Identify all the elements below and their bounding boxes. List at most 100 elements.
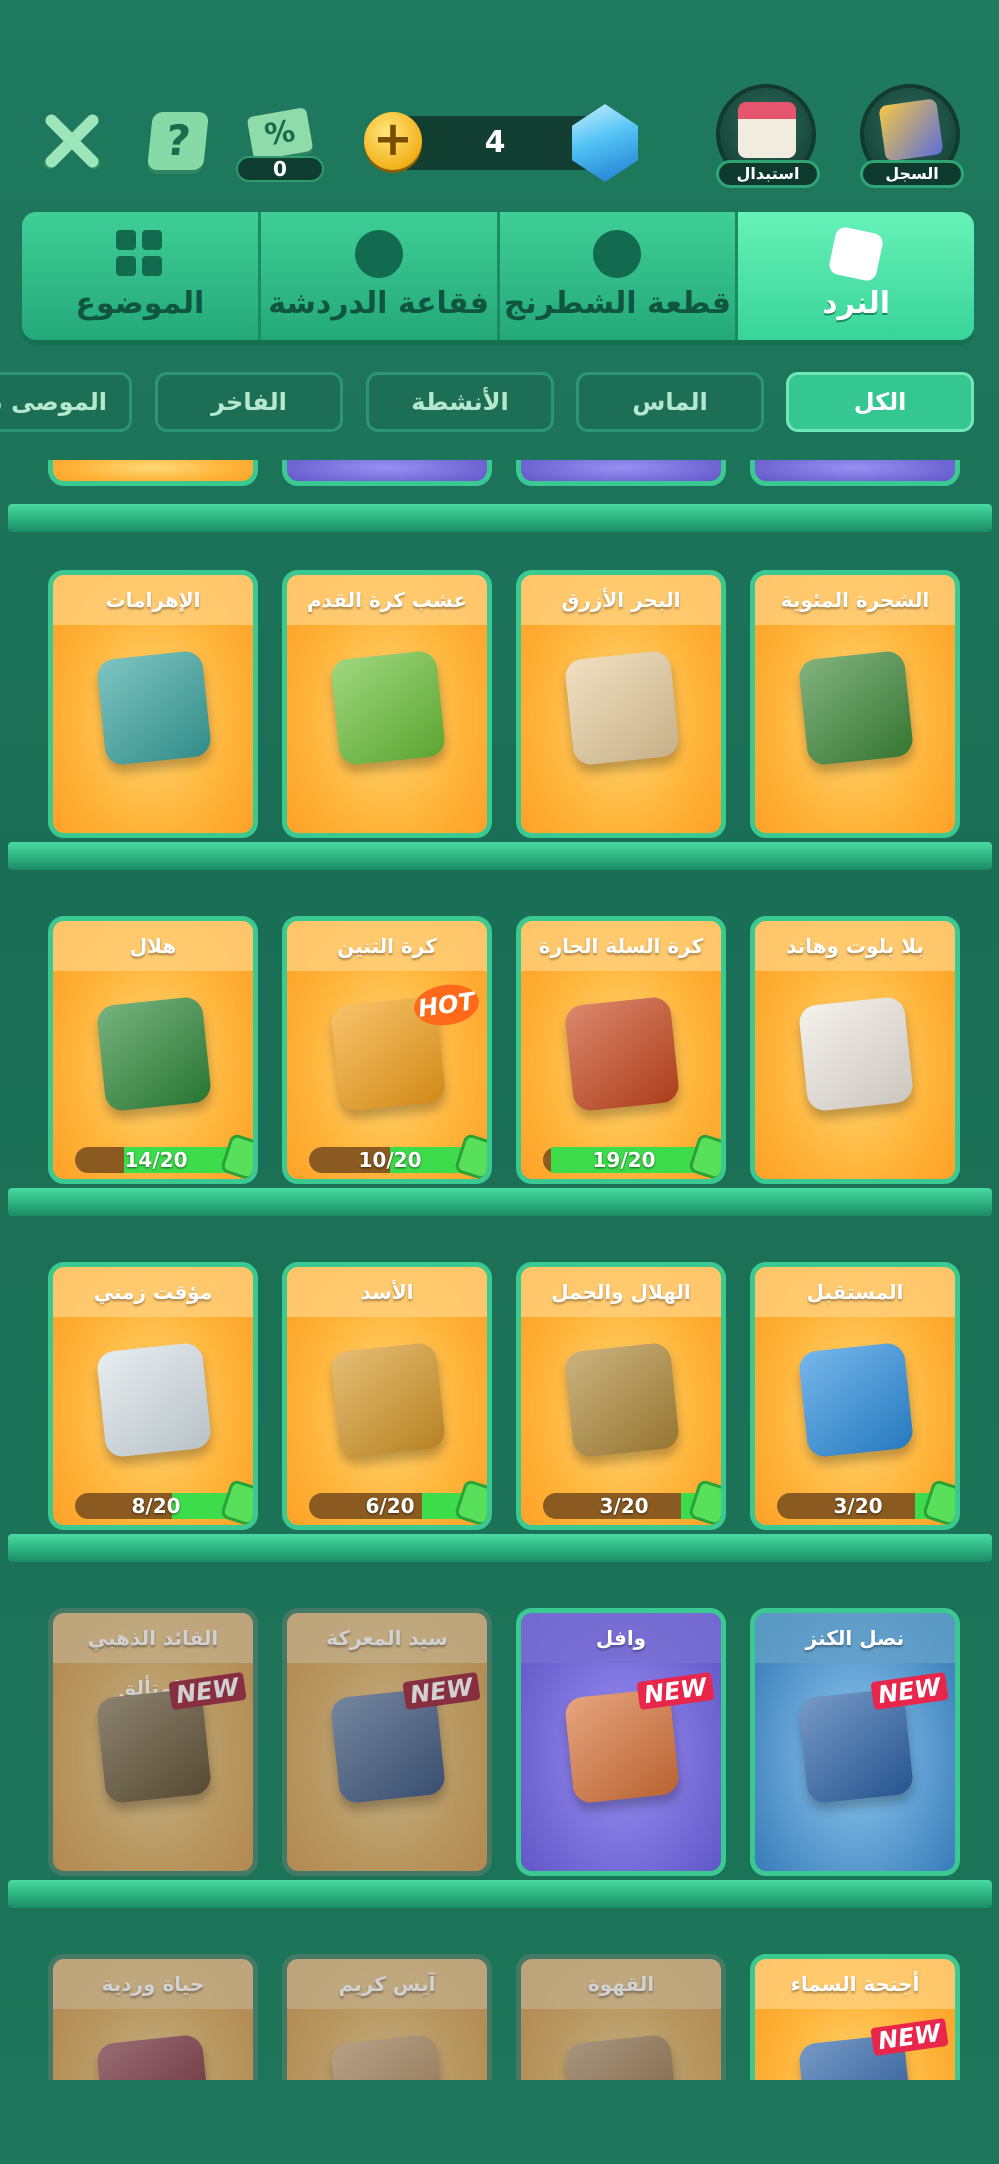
puzzle-progress-bar: 6/20 (309, 1493, 471, 1519)
tab-label: قطعة الشطرنج (503, 286, 732, 321)
dice-card-title: آيس كريم (287, 1959, 487, 2009)
tab-label: النرد (822, 286, 891, 321)
dice-card[interactable]: القائد الذهبي المتألق NEW (48, 1608, 258, 1876)
dice-card-title: أجنحة السماء (755, 1959, 955, 2009)
dice-card[interactable]: حياة وردية (48, 1954, 258, 2080)
puzzle-progress-bar: 3/20 (543, 1493, 705, 1519)
dice-card[interactable]: القهوة (516, 1954, 726, 2080)
dice-card-title: عشب كرة القدم (287, 575, 487, 625)
puzzle-progress-bar: 3/20 (777, 1493, 939, 1519)
puzzle-progress-bar: 19/20 (543, 1147, 705, 1173)
tab-label: فقاعة الدردشة (268, 286, 490, 321)
exchange-label: استبدال (716, 160, 820, 188)
dice-card[interactable]: الأسد 6/20 (282, 1262, 492, 1530)
history-label: السجل (860, 160, 964, 188)
puzzle-progress-bar: 8/20 (75, 1493, 237, 1519)
dice-card-title: البحر الأزرق (521, 575, 721, 625)
dice-card-title: نصل الكنز (755, 1613, 955, 1663)
add-gems-button[interactable]: + (364, 112, 422, 170)
top-bar: ? % 0 + 4 استبدال السجل (0, 0, 999, 210)
progress-text: 3/20 (599, 1494, 649, 1518)
dice-icon (563, 2033, 681, 2080)
dice-card[interactable]: مؤقت زمني 8/20 (48, 1262, 258, 1530)
dice-card[interactable]: سيد المعركة NEW (282, 1608, 492, 1876)
dice-card-title: كرة التنين (287, 921, 487, 971)
dice-card-partial[interactable] (516, 460, 726, 486)
coupon-icon: % (246, 107, 314, 161)
dice-icon (329, 1341, 447, 1459)
help-icon: ? (163, 116, 193, 165)
new-badge: NEW (870, 2017, 949, 2057)
dice-card-title: الأسد (287, 1267, 487, 1317)
dice-card[interactable]: آيس كريم (282, 1954, 492, 2080)
dice-card-title: المستقبل (755, 1267, 955, 1317)
tab-chess-piece[interactable]: قطعة الشطرنج (496, 212, 736, 340)
puzzle-piece-icon (687, 1478, 721, 1525)
history-icon (878, 98, 944, 162)
dice-card-title: مؤقت زمني (53, 1267, 253, 1317)
tab-label: الموضوع (75, 286, 205, 321)
help-button[interactable]: ? (146, 112, 210, 170)
dice-card[interactable]: الإهرامات (48, 570, 258, 838)
dice-card-title: وافل (521, 1613, 721, 1663)
puzzle-piece-icon (453, 1132, 487, 1179)
filter-events[interactable]: الأنشطة (366, 372, 554, 432)
shelf-board (8, 1876, 992, 1908)
dice-icon (797, 1341, 915, 1459)
dice-shelves: الإهرامات عشب كرة القدم البحر الأزرق الشجرة… (0, 460, 999, 2080)
dice-card-title: الشجرة المئوية (755, 575, 955, 625)
hot-badge: HOT (411, 980, 482, 1030)
category-tabs: الموضوع فقاعة الدردشة قطعة الشطرنج النرد (22, 212, 974, 340)
tab-chat-bubble[interactable]: فقاعة الدردشة (257, 212, 497, 340)
progress-text: 19/20 (592, 1148, 656, 1172)
chat-bubble-icon (354, 230, 403, 278)
progress-text: 3/20 (833, 1494, 883, 1518)
new-badge: NEW (402, 1671, 481, 1711)
dice-icon (827, 225, 885, 283)
dice-card[interactable]: كرة السلة الحارة 19/20 (516, 916, 726, 1184)
coupon-button[interactable]: % 0 (236, 107, 324, 182)
dice-card[interactable]: المستقبل 3/20 (750, 1262, 960, 1530)
dice-card[interactable]: بلا بلوت وهاند (750, 916, 960, 1184)
dice-card[interactable]: أجنحة السماء NEW (750, 1954, 960, 2080)
close-button[interactable] (38, 108, 104, 174)
dice-card[interactable]: كرة التنين HOT 10/20 (282, 916, 492, 1184)
puzzle-piece-icon (219, 1132, 253, 1179)
dice-card[interactable]: عشب كرة القدم (282, 570, 492, 838)
puzzle-piece-icon (453, 1478, 487, 1525)
filter-all[interactable]: الكل (786, 372, 974, 432)
filter-diamond[interactable]: الماس (576, 372, 764, 432)
dice-card[interactable]: الشجرة المئوية (750, 570, 960, 838)
dice-icon (797, 995, 915, 1113)
dice-card[interactable]: هلال 14/20 (48, 916, 258, 1184)
dice-card[interactable]: الهلال والجمل 3/20 (516, 1262, 726, 1530)
dice-card-title: القائد الذهبي المتألق (53, 1613, 253, 1700)
shelf-board (8, 500, 992, 532)
dice-card[interactable]: وافل NEW (516, 1608, 726, 1876)
tab-theme[interactable]: الموضوع (22, 212, 258, 340)
dice-card-title: كرة السلة الحارة (521, 921, 721, 971)
dice-card-title: سيد المعركة (287, 1613, 487, 1663)
puzzle-piece-icon (219, 1478, 253, 1525)
progress-text: 10/20 (358, 1148, 422, 1172)
filter-luxury[interactable]: الفاخر (155, 372, 343, 432)
dice-icon (563, 995, 681, 1113)
dice-card-partial[interactable] (48, 460, 258, 486)
dice-icon (95, 649, 213, 767)
dice-card-partial[interactable] (282, 460, 492, 486)
progress-text: 14/20 (124, 1148, 188, 1172)
dice-card-partial[interactable] (750, 460, 960, 486)
shop-stall-icon (738, 102, 796, 158)
tab-dice[interactable]: النرد (735, 212, 974, 340)
puzzle-piece-icon (687, 1132, 721, 1179)
dice-card-title: هلال (53, 921, 253, 971)
progress-text: 8/20 (131, 1494, 181, 1518)
exchange-button[interactable]: استبدال (716, 84, 820, 188)
filter-recommended[interactable]: الموصى بها (0, 372, 132, 432)
dice-card-title: الهلال والجمل (521, 1267, 721, 1317)
dice-icon (95, 1341, 213, 1459)
dice-card[interactable]: البحر الأزرق (516, 570, 726, 838)
dice-card[interactable]: نصل الكنز NEW (750, 1608, 960, 1876)
history-button[interactable]: السجل (860, 84, 964, 188)
dice-icon (95, 2033, 213, 2080)
